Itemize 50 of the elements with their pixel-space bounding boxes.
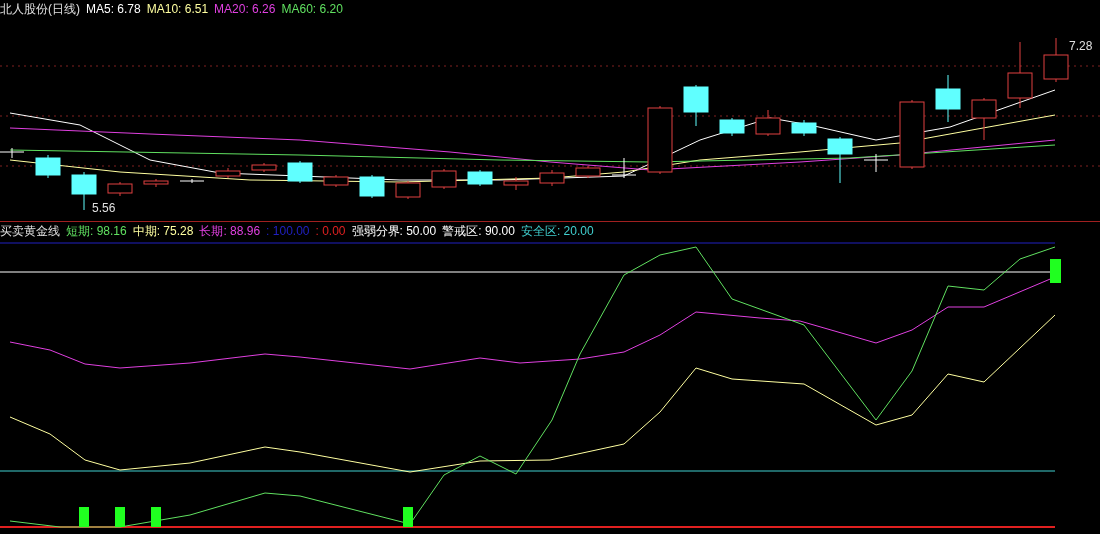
legend-value: 短期: 98.16 [66,225,127,237]
candlestick [287,160,313,184]
legend-value: MA10: 6.51 [146,3,209,15]
candlestick [971,97,997,141]
legend-value: : 0.00 [315,225,346,237]
candlestick [395,180,421,200]
legend-value: 强弱分界: 50.00 [351,225,437,237]
high-price-label: 7.28 [1069,39,1093,53]
candlestick [35,154,61,179]
signal-bar [403,507,413,527]
candlestick [935,74,961,123]
candlestick [179,178,205,184]
candlestick [323,174,349,188]
candlestick [863,153,889,173]
legend-value: 安全区: 20.00 [520,225,594,237]
candlestick [575,165,601,179]
legend-value: 中期: 75.28 [132,225,194,237]
low-price-label: 5.56 [92,201,116,215]
chart-title: 北人股份(日线) [0,3,80,15]
signal-bar [1050,259,1061,283]
candlestick [755,109,781,137]
candlestick [683,84,709,127]
signal-bar [79,507,89,527]
legend-value: MA5: 6.78 [86,3,141,15]
legend-value: MA60: 6.20 [281,3,343,15]
candlestick [719,117,745,137]
candlestick [359,174,385,199]
candlestick [899,99,925,170]
candlestick [1043,37,1069,83]
candlestick [647,105,673,175]
chart-title: 买卖黄金线 [0,225,60,237]
candlestick [611,157,637,179]
candlestick [143,178,169,188]
candlestick [251,162,277,173]
legend-value: MA20: 6.26 [214,3,276,15]
candlestick [503,176,529,191]
candlestick [791,119,817,137]
candlestick [539,169,565,187]
candlestick [0,147,25,159]
signal-bar [151,507,161,527]
legend-value: 警戒区: 90.00 [442,225,515,237]
candlestick [827,136,853,184]
legend-value: : 100.00 [266,225,310,237]
legend-value: 长期: 88.96 [199,225,261,237]
candlestick [215,167,241,179]
signal-bar [115,507,125,527]
candlestick [107,181,133,197]
candlestick [467,169,493,187]
candlestick [1007,41,1033,109]
candlestick [431,168,457,190]
